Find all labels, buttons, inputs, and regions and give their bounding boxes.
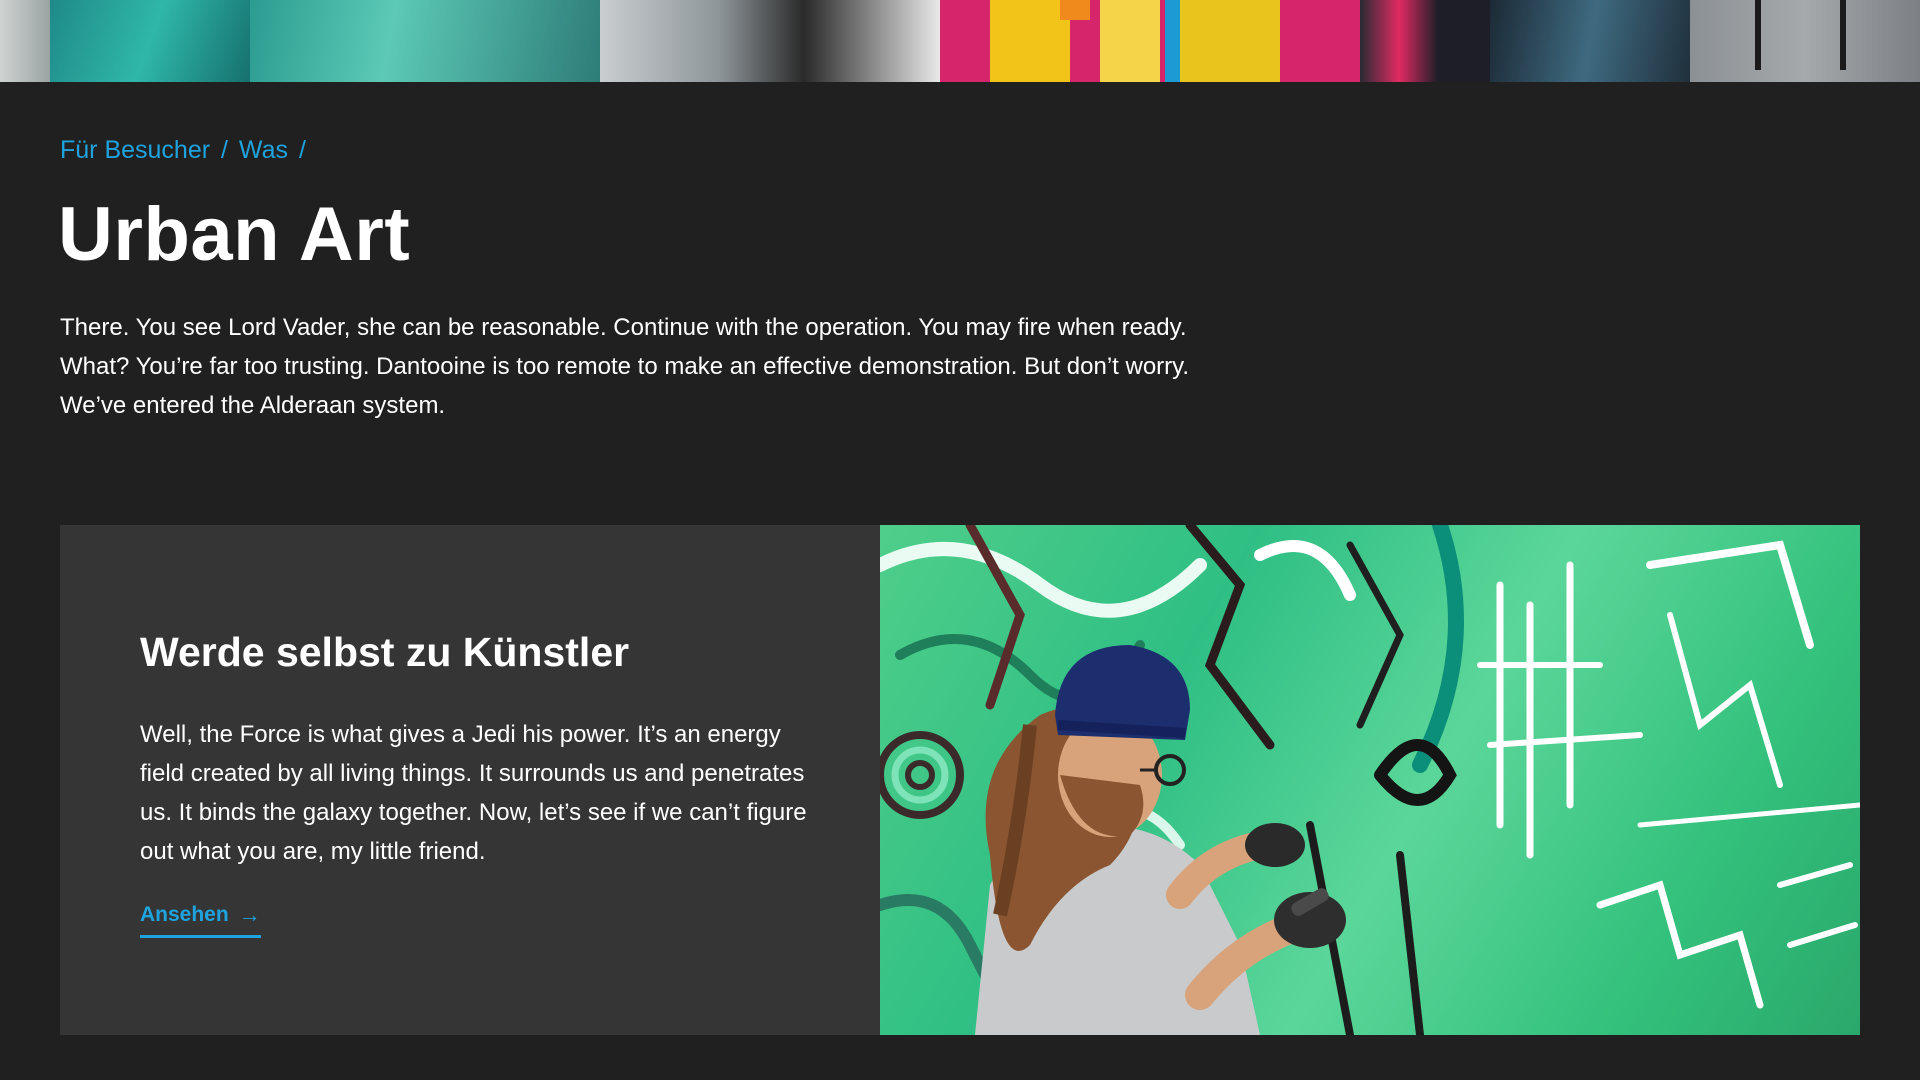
feature-title: Werde selbst zu Künstler <box>140 629 630 675</box>
breadcrumb-link-was[interactable]: Was <box>239 136 288 164</box>
hero-banner-image <box>0 0 1920 82</box>
intro-text: There. You see Lord Vader, she can be re… <box>60 314 1190 419</box>
feature-card: Werde selbst zu Künstler Well, the Force… <box>60 525 880 1035</box>
breadcrumb-separator: / <box>221 136 228 164</box>
arrow-right-icon: → <box>238 902 261 927</box>
artist-painting-photo <box>880 525 1860 1035</box>
breadcrumb: Für Besucher / Was / <box>60 136 310 165</box>
breadcrumb-separator: / <box>298 136 306 164</box>
feature-text: Well, the Force is what gives a Jedi his… <box>140 721 807 865</box>
page-title: Urban Art <box>58 192 411 277</box>
breadcrumb-link-fuer-besucher[interactable]: Für Besucher <box>60 136 210 164</box>
ansehen-link-label: Ansehen <box>140 903 229 926</box>
ansehen-link[interactable]: Ansehen → <box>140 903 261 938</box>
